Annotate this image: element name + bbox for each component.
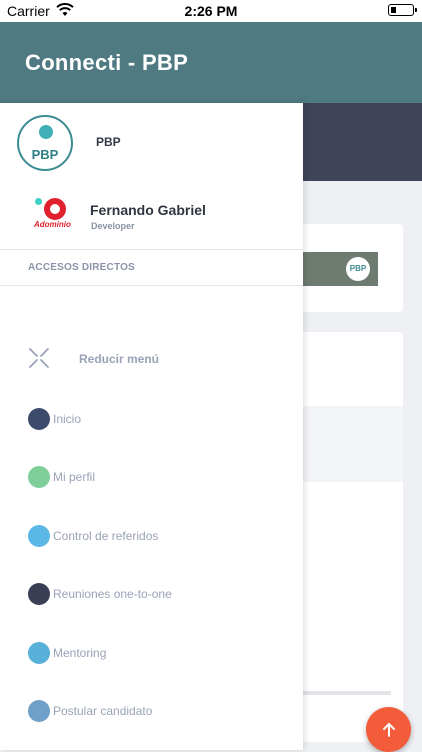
meeting-person-icon — [28, 583, 50, 605]
menu-item-label: Control de referidos — [53, 529, 159, 543]
menu-item-label: Mentoring — [53, 646, 107, 660]
background-thumbnail: PBP — [303, 252, 378, 286]
collapse-menu-button[interactable]: Reducir menú — [79, 352, 159, 366]
app-bar: Connecti - PBP — [0, 22, 422, 103]
scroll-top-button[interactable] — [366, 707, 411, 752]
background-section — [303, 406, 403, 482]
user-name[interactable]: Fernando Gabriel — [90, 202, 206, 218]
header-banner — [303, 103, 422, 181]
organization-name[interactable]: PBP — [96, 135, 121, 149]
referrals-icon — [28, 525, 50, 547]
status-bar: Carrier 2:26 PM — [0, 0, 422, 22]
user-role: Developer — [91, 221, 135, 231]
logo-figure-icon — [39, 125, 53, 139]
battery-icon — [388, 4, 417, 16]
background-scrollbar — [303, 691, 391, 695]
arrow-up-icon — [382, 722, 395, 737]
thumbnail-logo: PBP — [346, 257, 370, 281]
mentoring-icon — [28, 642, 50, 664]
menu-item-inicio[interactable]: Inicio — [28, 408, 288, 432]
clock: 2:26 PM — [184, 3, 238, 19]
divider — [0, 285, 303, 286]
candidate-icon — [28, 700, 50, 722]
background-card — [295, 332, 403, 742]
menu-item-label: Reuniones one-to-one — [53, 587, 172, 601]
user-company-logo[interactable]: Adominio — [32, 196, 80, 236]
organization-logo[interactable]: PBP — [17, 115, 73, 171]
collapse-menu-icon[interactable] — [28, 347, 50, 369]
section-title: ACCESOS DIRECTOS — [28, 262, 135, 273]
menu-item-mentoring[interactable]: Mentoring — [28, 642, 288, 666]
menu-item-mi-perfil[interactable]: Mi perfil — [28, 466, 288, 490]
menu-item-control-referidos[interactable]: Control de referidos — [28, 525, 288, 549]
compass-icon — [28, 408, 50, 430]
organization-logo-text: PBP — [31, 147, 59, 162]
app-title: Connecti - PBP — [25, 50, 189, 75]
menu-item-label: Inicio — [53, 412, 82, 426]
company-logo-mark — [44, 198, 66, 220]
menu-item-reuniones[interactable]: Reuniones one-to-one — [28, 583, 288, 607]
menu-item-postular-candidato[interactable]: Postular candidato — [28, 700, 288, 724]
menu-item-label: Postular candidato — [53, 704, 153, 718]
user-avatar-icon — [28, 466, 50, 488]
divider — [0, 249, 303, 250]
navigation-drawer: PBP PBP Adominio Fernando Gabriel Develo… — [0, 103, 303, 750]
company-logo-text: Adominio — [34, 220, 71, 229]
menu-item-label: Mi perfil — [53, 470, 96, 484]
online-indicator — [35, 198, 42, 205]
